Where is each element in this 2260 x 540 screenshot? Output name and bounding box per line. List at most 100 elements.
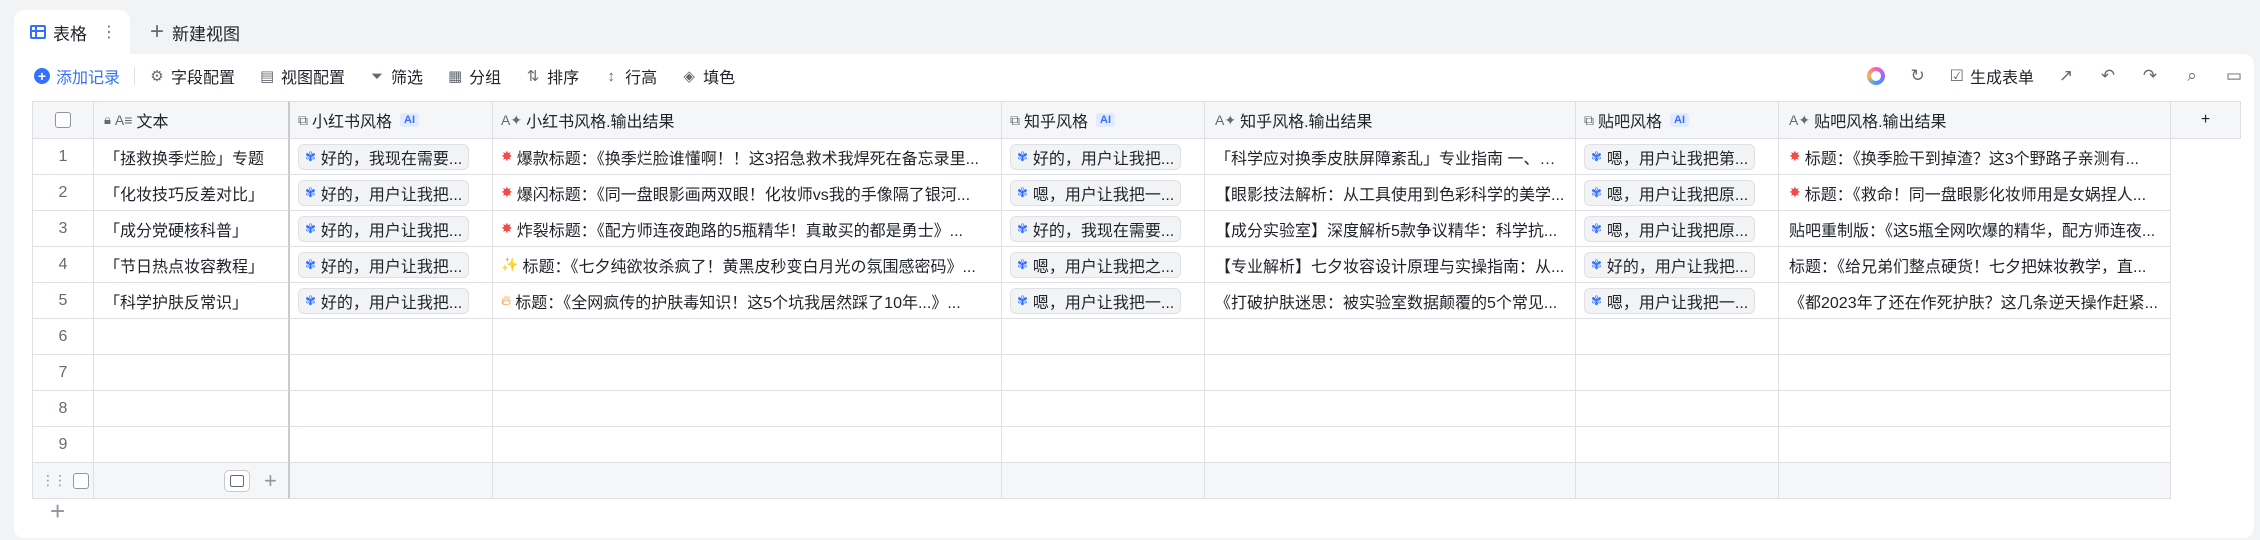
zhihu-result-cell[interactable]: 【成分实验室】深度解析5款争议精华：科学抗... (1205, 211, 1576, 247)
column-header-xhs-result[interactable]: A✦ 小红书风格.输出结果 (493, 101, 1002, 139)
column-header-tieba-result[interactable]: A✦ 贴吧风格.输出结果 (1779, 101, 2171, 139)
table-row[interactable]: 1 「拯救换季烂脸」专题 ✾ 好的，我现在需要... ✸ 爆款标题：《换季烂脸谁懂啊… (32, 139, 2171, 175)
table-row[interactable]: 5 「科学护肤反常识」 ✾ 好的，用户让我把... 🔥︎ 标题：《全网疯传的护肤毒知… (32, 283, 2171, 319)
xhs-result-cell[interactable] (493, 427, 1002, 463)
zhihu-result-cell[interactable]: 《打破护肤迷思：被实验室数据颠覆的5个常见... (1205, 283, 1576, 319)
more-icon[interactable]: ⋮ (101, 22, 117, 42)
filter-button[interactable]: ⏷ 筛选 (369, 62, 423, 90)
search-icon[interactable]: ⌕ (2182, 66, 2202, 86)
text-cell[interactable] (94, 355, 290, 391)
fill-color-button[interactable]: ◈ 填色 (681, 62, 735, 90)
zhihu-cell[interactable]: ✾ 嗯，用户让我把之... (1002, 247, 1205, 283)
tab-new-view[interactable]: + 新建视图 (150, 10, 240, 54)
tieba-cell[interactable] (1576, 319, 1779, 355)
redo-icon[interactable]: ↷ (2140, 66, 2160, 86)
ai-result-chip[interactable]: ✾ 好的，用户让我把... (298, 215, 470, 242)
view-config-button[interactable]: ▤ 视图配置 (259, 62, 345, 90)
xhs-result-cell[interactable] (493, 319, 1002, 355)
tieba-result-cell[interactable]: 标题：《给兄弟们整点硬货！七夕把妹妆教学，直... (1779, 247, 2171, 283)
xhs-cell[interactable]: ✾ 好的，用户让我把... (290, 283, 493, 319)
tieba-result-cell[interactable] (1779, 391, 2171, 427)
xhs-cell[interactable] (290, 355, 493, 391)
ai-result-chip[interactable]: ✾ 好的，用户让我把... (298, 179, 470, 206)
xhs-cell[interactable]: ✾ 好的，用户让我把... (290, 211, 493, 247)
xhs-cell[interactable]: ✾ 好的，用户让我把... (290, 247, 493, 283)
zhihu-cell[interactable]: ✾ 好的，我现在需要... (1002, 211, 1205, 247)
comment-icon[interactable]: ▭ (2224, 66, 2244, 86)
table-row[interactable]: 7 (32, 355, 2171, 391)
tieba-cell[interactable] (1576, 391, 1779, 427)
xhs-result-cell[interactable]: 🔥︎ 标题：《全网疯传的护肤毒知识！这5个坑我居然踩了10年...》... (493, 283, 1002, 319)
group-button[interactable]: ▦ 分组 (447, 62, 501, 90)
ai-result-chip[interactable]: ✾ 嗯，用户让我把一... (1010, 179, 1182, 206)
ai-result-chip[interactable]: ✾ 嗯，用户让我把一... (1584, 287, 1756, 314)
zhihu-cell[interactable] (1002, 319, 1205, 355)
text-cell[interactable]: 「科学护肤反常识」 (94, 283, 290, 319)
zhihu-cell[interactable]: ✾ 嗯，用户让我把一... (1002, 175, 1205, 211)
xhs-cell[interactable]: ✾ 好的，我现在需要... (290, 139, 493, 175)
tieba-result-cell[interactable]: ✸ 标题：《救命！同一盘眼影化妆师用是女娲捏人... (1779, 175, 2171, 211)
ai-result-chip[interactable]: ✾ 好的，用户让我把... (1584, 251, 1756, 278)
table-row[interactable]: 2 「化妆技巧反差对比」 ✾ 好的，用户让我把... ✸ 爆闪标题：《同一盘眼影画两… (32, 175, 2171, 211)
column-header-xhs[interactable]: ⧉ 小红书风格 AI (290, 101, 493, 139)
xhs-cell[interactable] (290, 391, 493, 427)
tab-table[interactable]: 表格 ⋮ (14, 10, 130, 54)
table-row[interactable]: 4 「节日热点妆容教程」 ✾ 好的，用户让我把... ✨ 标题：《七夕纯欲妆杀疯了！… (32, 247, 2171, 283)
column-header-text[interactable]: 🔒︎ A≡ 文本 (94, 101, 290, 139)
tieba-cell[interactable]: ✾ 嗯，用户让我把第... (1576, 139, 1779, 175)
undo-icon[interactable]: ↶ (2098, 66, 2118, 86)
table-row[interactable]: 9 (32, 427, 2171, 463)
add-column-button[interactable]: + (2171, 101, 2241, 139)
tieba-result-cell[interactable] (1779, 319, 2171, 355)
zhihu-cell[interactable]: ✾ 好的，用户让我把... (1002, 139, 1205, 175)
ai-result-chip[interactable]: ✾ 嗯，用户让我把一... (1010, 287, 1182, 314)
tieba-cell[interactable] (1576, 355, 1779, 391)
column-header-tieba[interactable]: ⧉ 贴吧风格 AI (1576, 101, 1779, 139)
add-row-button[interactable]: + (50, 496, 65, 527)
share-icon[interactable]: ↗ (2056, 66, 2076, 86)
zhihu-result-cell[interactable] (1205, 355, 1576, 391)
zhihu-result-cell[interactable] (1205, 319, 1576, 355)
field-config-button[interactable]: ⚙ 字段配置 (149, 62, 235, 90)
zhihu-result-cell[interactable]: 【眼影技法解析：从工具使用到色彩科学的美学... (1205, 175, 1576, 211)
zhihu-cell[interactable] (1002, 427, 1205, 463)
xhs-result-cell[interactable] (493, 355, 1002, 391)
generate-form-button[interactable]: ☑ 生成表单 (1950, 64, 2034, 88)
ai-result-chip[interactable]: ✾ 好的，用户让我把... (298, 287, 470, 314)
sort-button[interactable]: ⇅ 排序 (525, 62, 579, 90)
xhs-result-cell[interactable]: ✸ 爆闪标题：《同一盘眼影画两双眼！化妆师vs我的手像隔了银河... (493, 175, 1002, 211)
tieba-cell[interactable]: ✾ 嗯，用户让我把原... (1576, 211, 1779, 247)
tieba-cell[interactable]: ✾ 嗯，用户让我把原... (1576, 175, 1779, 211)
tieba-cell[interactable]: ✾ 好的，用户让我把... (1576, 247, 1779, 283)
tieba-result-cell[interactable]: 贴吧重制版：《这5瓶全网吹爆的精华，配方师连夜... (1779, 211, 2171, 247)
text-cell[interactable] (94, 427, 290, 463)
select-all-checkbox[interactable] (55, 112, 71, 128)
table-row[interactable]: 3 「成分党硬核科普」 ✾ 好的，用户让我把... ✸ 炸裂标题：《配方师连夜跑路的… (32, 211, 2171, 247)
text-cell[interactable] (94, 319, 290, 355)
table-row[interactable]: 6 (32, 319, 2171, 355)
ai-result-chip[interactable]: ✾ 嗯，用户让我把第... (1584, 143, 1756, 170)
column-header-zhihu-result[interactable]: A✦ 知乎风格.输出结果 (1205, 101, 1576, 139)
ai-result-chip[interactable]: ✾ 好的，用户让我把... (1010, 143, 1182, 170)
ai-assistant-icon[interactable] (1866, 66, 1886, 86)
drag-handle-icon[interactable]: ⋮⋮ (41, 472, 67, 489)
xhs-result-cell[interactable]: ✨ 标题：《七夕纯欲妆杀疯了！黄黑皮秒变白月光の氛围感密码》... (493, 247, 1002, 283)
xhs-result-cell[interactable] (493, 391, 1002, 427)
text-cell[interactable]: 「化妆技巧反差对比」 (94, 175, 290, 211)
ai-result-chip[interactable]: ✾ 好的，用户让我把... (298, 251, 470, 278)
text-cell[interactable]: 「拯救换季烂脸」专题 (94, 139, 290, 175)
row-checkbox[interactable] (73, 472, 89, 489)
xhs-cell[interactable] (290, 319, 493, 355)
tieba-result-cell[interactable]: ✸ 标题：《换季脸干到掉渣？这3个野路子亲测有... (1779, 139, 2171, 175)
table-row[interactable]: 8 (32, 391, 2171, 427)
plus-icon[interactable]: + (264, 468, 277, 494)
tieba-result-cell[interactable] (1779, 355, 2171, 391)
tieba-result-cell[interactable]: 《都2023年了还在作死护肤？这几条逆天操作赶紧... (1779, 283, 2171, 319)
row-height-button[interactable]: ↕ 行高 (603, 62, 657, 90)
zhihu-cell[interactable] (1002, 391, 1205, 427)
new-row-text-cell[interactable]: + (94, 463, 290, 499)
ai-result-chip[interactable]: ✾ 嗯，用户让我把之... (1010, 251, 1182, 278)
expand-record-icon[interactable] (224, 469, 250, 492)
zhihu-result-cell[interactable] (1205, 427, 1576, 463)
xhs-cell[interactable]: ✾ 好的，用户让我把... (290, 175, 493, 211)
